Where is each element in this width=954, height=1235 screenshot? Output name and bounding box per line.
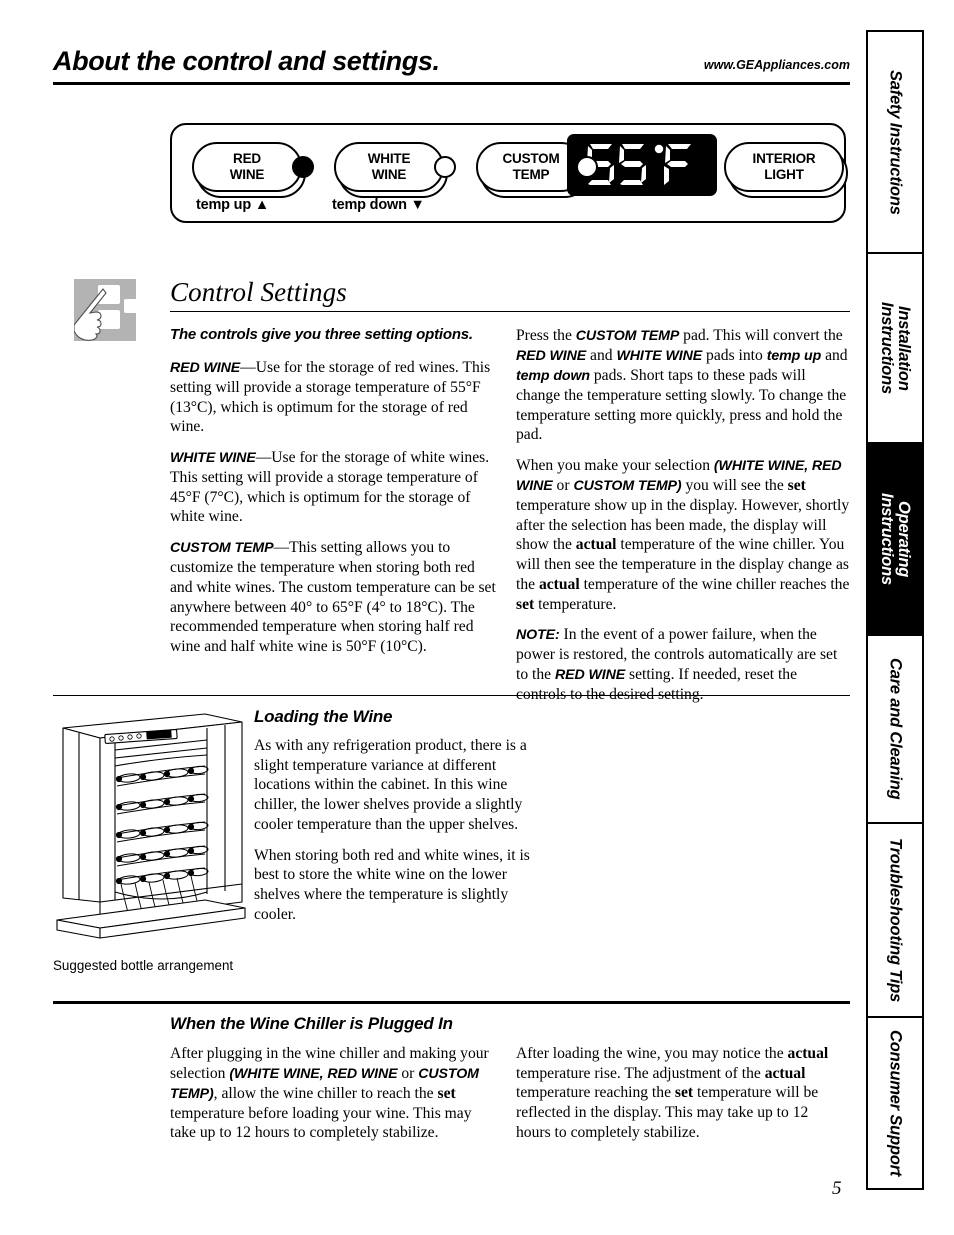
- hand-icon-glyph: [73, 285, 138, 341]
- selection-text-6: temperature.: [534, 595, 617, 613]
- tab-label: Safety Instructions: [886, 69, 905, 215]
- selection-or: or: [552, 476, 574, 494]
- press-custom-temp-term: CUSTOM TEMP: [575, 328, 680, 344]
- selection-text-1: When you make your selection: [516, 457, 714, 475]
- selection-paragraph: When you make your selection (WHITE WINE…: [516, 456, 850, 614]
- selection-text-2: you will see the: [681, 476, 788, 494]
- plugged-left-terms-1: (WHITE WINE, RED WINE: [229, 1065, 398, 1082]
- selection-set-1: set: [787, 476, 806, 494]
- press-text-1: Press the: [516, 327, 576, 344]
- selection-actual-2: actual: [538, 575, 580, 593]
- plugged-left-set: set: [437, 1084, 456, 1102]
- selection-set-2: set: [516, 595, 535, 613]
- press-white-wine-term: WHITE WINE: [616, 347, 703, 364]
- settings-intro: The controls give you three setting opti…: [170, 326, 473, 343]
- loading-the-wine-body: As with any refrigeration product, there…: [254, 736, 554, 924]
- white-wine-indicator-light: [434, 156, 456, 178]
- control-settings-rule: [170, 311, 850, 312]
- tab-safety-instructions[interactable]: Safety Instructions: [866, 30, 924, 252]
- section-divider-2: [53, 1001, 850, 1004]
- plugged-in-right-column: After loading the wine, you may notice t…: [516, 1044, 846, 1143]
- tab-operating-instructions[interactable]: Operating Instructions: [866, 442, 924, 634]
- press-custom-temp-paragraph: Press the CUSTOM TEMP pad. This will con…: [516, 326, 850, 445]
- tab-label: Troubleshooting Tips: [886, 837, 905, 1003]
- custom-temp-pad-label: CUSTOM TEMP: [502, 151, 560, 182]
- press-text-2: pad. This will convert the: [679, 327, 843, 344]
- press-text-3: and: [586, 346, 617, 364]
- tab-consumer-support[interactable]: Consumer Support: [866, 1016, 924, 1190]
- page-number: 5: [832, 1178, 842, 1199]
- plugged-in-left-paragraph: After plugging in the wine chiller and m…: [170, 1044, 492, 1143]
- red-wine-term: RED WINE: [170, 359, 241, 376]
- plugged-right-text-2: temperature rise. The adjustment of the: [516, 1064, 765, 1082]
- control-settings-left-column: The controls give you three setting opti…: [170, 326, 500, 657]
- plugged-left-text-3: temperature before loading your wine. Th…: [170, 1104, 472, 1142]
- press-red-wine-term: RED WINE: [516, 347, 587, 364]
- note-paragraph: NOTE: In the event of a power failure, w…: [516, 625, 850, 704]
- red-wine-pad[interactable]: RED WINE: [192, 142, 302, 192]
- tab-installation-instructions[interactable]: Installation Instructions: [866, 252, 924, 442]
- control-settings-heading: Control Settings: [170, 277, 347, 307]
- header-rule: [53, 82, 850, 85]
- white-wine-term: WHITE WINE: [170, 450, 256, 467]
- tab-label: Care and Cleaning: [886, 658, 905, 800]
- loading-the-wine-heading: Loading the Wine: [254, 707, 393, 726]
- plugged-right-set: set: [674, 1084, 694, 1102]
- tab-label: Operating Instructions: [878, 492, 913, 586]
- page-title: About the control and settings.: [53, 46, 440, 76]
- plugged-in-heading: When the Wine Chiller is Plugged In: [170, 1014, 453, 1033]
- press-temp-down-term: temp down: [516, 367, 590, 384]
- white-wine-pad[interactable]: WHITE WINE: [334, 142, 444, 192]
- tab-troubleshooting-tips[interactable]: Troubleshooting Tips: [866, 822, 924, 1016]
- control-settings-right-column: Press the CUSTOM TEMP pad. This will con…: [516, 326, 850, 705]
- note-label: NOTE:: [516, 627, 560, 644]
- loading-paragraph-2: When storing both red and white wines, i…: [254, 846, 530, 923]
- custom-temp-paragraph: CUSTOM TEMP—This setting allows you to c…: [170, 538, 500, 657]
- illustration-caption: Suggested bottle arrangement: [53, 958, 234, 973]
- press-temp-up-term: temp up: [766, 347, 822, 364]
- loading-paragraph-1: As with any refrigeration product, there…: [254, 737, 527, 833]
- interior-light-pad-label: INTERIOR LIGHT: [752, 151, 816, 182]
- pointing-hand-icon: [73, 279, 138, 341]
- red-wine-pad-label: RED WINE: [229, 151, 265, 182]
- custom-temp-indicator-light: [576, 156, 598, 178]
- section-tab-rail: Safety Instructions Installation Instruc…: [866, 30, 924, 1190]
- interior-light-pad[interactable]: INTERIOR LIGHT: [724, 142, 844, 192]
- plugged-left-or: or: [397, 1064, 419, 1082]
- plugged-right-actual-2: actual: [764, 1064, 806, 1082]
- tab-care-and-cleaning[interactable]: Care and Cleaning: [866, 634, 924, 822]
- website-url: www.GEAppliances.com: [703, 58, 850, 72]
- selection-terms-2: CUSTOM TEMP): [573, 477, 682, 494]
- white-wine-paragraph: WHITE WINE—Use for the storage of white …: [170, 448, 500, 527]
- selection-actual-1: actual: [575, 536, 617, 554]
- selection-text-5: temperature of the wine chiller reaches …: [579, 575, 850, 593]
- section-divider-1: [53, 695, 850, 696]
- plugged-left-text-2: , allow the wine chiller to reach the: [213, 1084, 438, 1102]
- plugged-in-left-column: After plugging in the wine chiller and m…: [170, 1044, 492, 1143]
- temp-down-label: temp down ▼: [332, 197, 425, 213]
- page-header: About the control and settings. www.GEAp…: [53, 48, 850, 85]
- note-red-wine-term: RED WINE: [554, 666, 626, 683]
- plugged-right-text-3: temperature reaching the: [516, 1084, 675, 1102]
- white-wine-pad-label: WHITE WINE: [367, 151, 411, 182]
- custom-temp-description: —This setting allows you to customize th…: [170, 539, 496, 656]
- wine-chiller-illustration: [55, 706, 250, 941]
- red-wine-paragraph: RED WINE—Use for the storage of red wine…: [170, 358, 500, 437]
- press-text-4: pads into: [702, 346, 767, 364]
- tab-label: Installation Instructions: [878, 301, 913, 395]
- control-settings-section-header: Control Settings: [170, 277, 850, 312]
- wine-chiller-drawing: [56, 713, 246, 939]
- temp-up-label: temp up ▲: [196, 197, 269, 213]
- control-panel-diagram: RED WINE temp up ▲ WHITE WINE temp down …: [170, 123, 848, 223]
- custom-temp-term: CUSTOM TEMP: [170, 540, 274, 557]
- plugged-in-right-paragraph: After loading the wine, you may notice t…: [516, 1044, 846, 1143]
- seven-segment-digits: [587, 144, 691, 185]
- press-text-5: and: [821, 346, 848, 364]
- tab-label: Consumer Support: [886, 1029, 905, 1177]
- plugged-right-text-1: After loading the wine, you may notice t…: [516, 1045, 788, 1062]
- plugged-right-actual-1: actual: [787, 1045, 829, 1062]
- red-wine-indicator-light: [292, 156, 314, 178]
- control-panel-body: RED WINE temp up ▲ WHITE WINE temp down …: [170, 123, 848, 223]
